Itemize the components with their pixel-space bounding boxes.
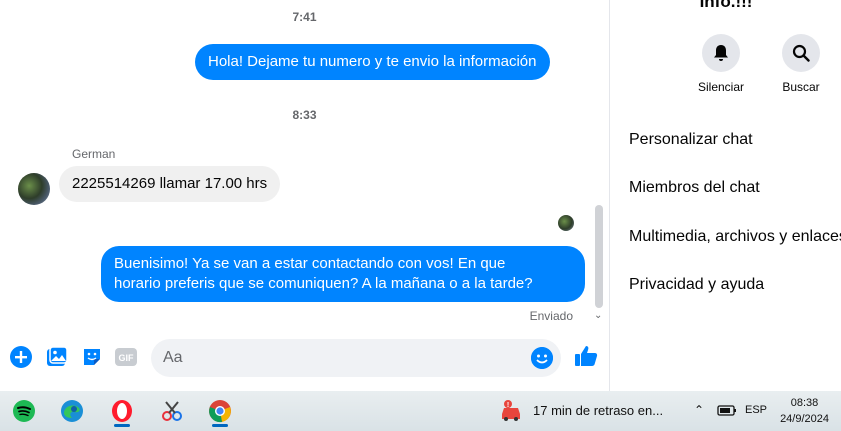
timestamp: 8:33 [292, 108, 317, 122]
traffic-text[interactable]: 17 min de retraso en... [533, 403, 663, 418]
mute-button[interactable]: Silenciar [686, 34, 756, 94]
scrollbar[interactable] [595, 205, 603, 308]
sender-name: German [72, 147, 116, 161]
info-panel-title: Info.!!! [699, 0, 753, 11]
chevron-up-icon[interactable]: ⌃ [694, 403, 704, 417]
battery-icon[interactable] [717, 403, 737, 422]
chrome-icon[interactable] [204, 395, 236, 427]
avatar[interactable] [18, 173, 50, 205]
edge-icon[interactable] [56, 395, 88, 427]
message-input-container [151, 339, 561, 377]
date: 24/9/2024 [780, 413, 829, 425]
search-button[interactable]: Buscar [766, 34, 836, 94]
thumbs-up-icon[interactable] [574, 344, 598, 368]
plus-circle-icon[interactable] [9, 345, 33, 369]
sticker-icon[interactable] [80, 345, 104, 369]
spotify-icon[interactable] [8, 395, 40, 427]
mute-label: Silenciar [697, 80, 745, 94]
menu-item-media-files-links[interactable]: Multimedia, archivos y enlaces [629, 228, 841, 246]
gif-label: GIF [119, 353, 135, 363]
active-indicator [114, 424, 130, 427]
bell-icon [702, 34, 740, 72]
opera-icon[interactable] [106, 395, 138, 427]
snipping-tool-icon[interactable] [156, 395, 188, 427]
search-label: Buscar [782, 80, 820, 94]
language-indicator[interactable]: ESP [745, 404, 767, 416]
chevron-down-icon[interactable]: ⌄ [594, 310, 602, 321]
message-input[interactable] [151, 339, 511, 377]
delivery-status: Enviado [529, 309, 573, 323]
clock[interactable]: 08:38 24/9/2024 [780, 395, 829, 427]
time: 08:38 [790, 397, 819, 409]
svg-text:!: ! [507, 402, 509, 409]
search-icon [782, 34, 820, 72]
incoming-message[interactable]: 2225514269 llamar 17.00 hrs [59, 166, 281, 202]
menu-item-privacy-help[interactable]: Privacidad y ayuda [629, 276, 764, 294]
traffic-widget[interactable]: ! [499, 399, 525, 428]
outgoing-message[interactable]: Hola! Dejame tu numero y te envio la inf… [195, 44, 550, 80]
chat-panel: 7:41 Hola! Dejame tu numero y te envio l… [0, 0, 610, 391]
info-panel: Info.!!! Silenciar Buscar Personalizar c… [611, 0, 841, 391]
gif-icon[interactable]: GIF [114, 345, 138, 369]
message-line: horario preferis que se comuniquen? A la… [114, 275, 533, 292]
menu-item-customize-chat[interactable]: Personalizar chat [629, 131, 753, 149]
messenger-window: 7:41 Hola! Dejame tu numero y te envio l… [0, 0, 841, 391]
message-line: Buenisimo! Ya se van a estar contactando… [114, 255, 506, 272]
active-indicator [212, 424, 228, 427]
composer: GIF [0, 333, 610, 385]
taskbar: ! 17 min de retraso en... ⌃ ESP 08:38 24… [0, 391, 841, 431]
seen-avatar [558, 215, 574, 231]
emoji-icon[interactable] [531, 347, 553, 369]
timestamp: 7:41 [292, 10, 317, 24]
image-icon[interactable] [45, 345, 69, 369]
menu-item-chat-members[interactable]: Miembros del chat [629, 179, 760, 197]
car-alert-icon: ! [502, 400, 520, 421]
outgoing-message[interactable]: Buenisimo! Ya se van a estar contactando… [101, 246, 585, 302]
